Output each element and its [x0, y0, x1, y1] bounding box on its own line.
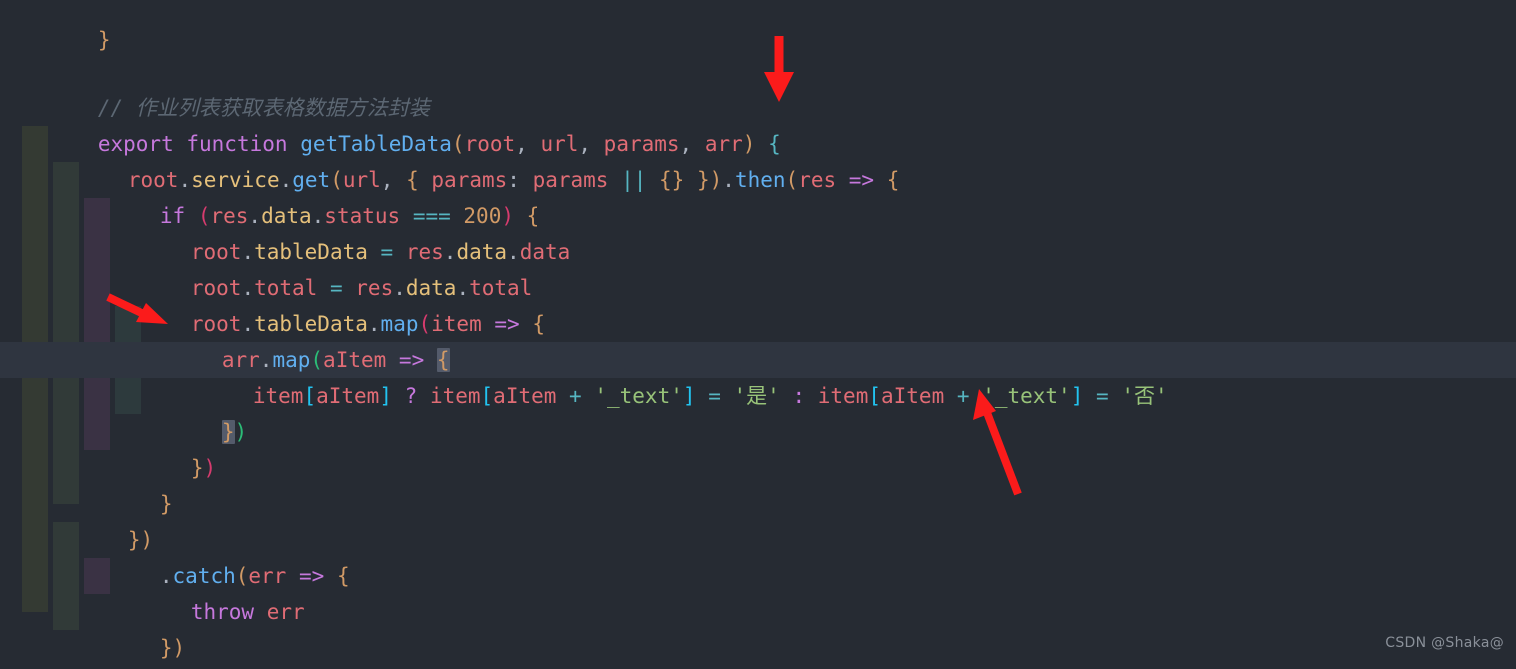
token-brace: } [97, 28, 111, 52]
code-content[interactable]: } // 作业列表获取表格数据方法封装 export function getT… [0, 0, 1516, 669]
code-line-4[interactable]: export function getTableData(root, url, … [0, 90, 1516, 156]
code-line-3[interactable]: // 作业列表获取表格数据方法封装 [0, 54, 1516, 120]
code-line-19[interactable]: } [0, 630, 1516, 666]
code-line-1[interactable]: } [0, 0, 1516, 52]
code-editor-viewport[interactable]: } // 作业列表获取表格数据方法封装 export function getT… [0, 0, 1516, 669]
code-line-11[interactable]: item[aItem] ? item[aItem + '_text'] = '是… [0, 342, 1516, 408]
code-line-8[interactable]: root.total = res.data.total [0, 234, 1516, 300]
code-line-7[interactable]: root.tableData = res.data.data [0, 198, 1516, 264]
code-line-15[interactable]: }) [0, 486, 1516, 552]
code-line-18[interactable]: }) [0, 594, 1516, 660]
code-line-9[interactable]: root.tableData.map(item => { [0, 270, 1516, 336]
code-line-6[interactable]: if (res.data.status === 200) { [0, 162, 1516, 228]
code-line-17[interactable]: throw err [0, 558, 1516, 624]
code-line-12[interactable]: }) [0, 378, 1516, 444]
code-line-16[interactable]: .catch(err => { [0, 522, 1516, 588]
code-line-14[interactable]: } [0, 450, 1516, 516]
code-line-5[interactable]: root.service.get(url, { params: params |… [0, 126, 1516, 192]
code-line-13[interactable]: }) [0, 414, 1516, 480]
code-line-10[interactable]: arr.map(aItem => { [0, 306, 1516, 372]
csdn-watermark: CSDN @Shaka@ [1385, 635, 1504, 651]
